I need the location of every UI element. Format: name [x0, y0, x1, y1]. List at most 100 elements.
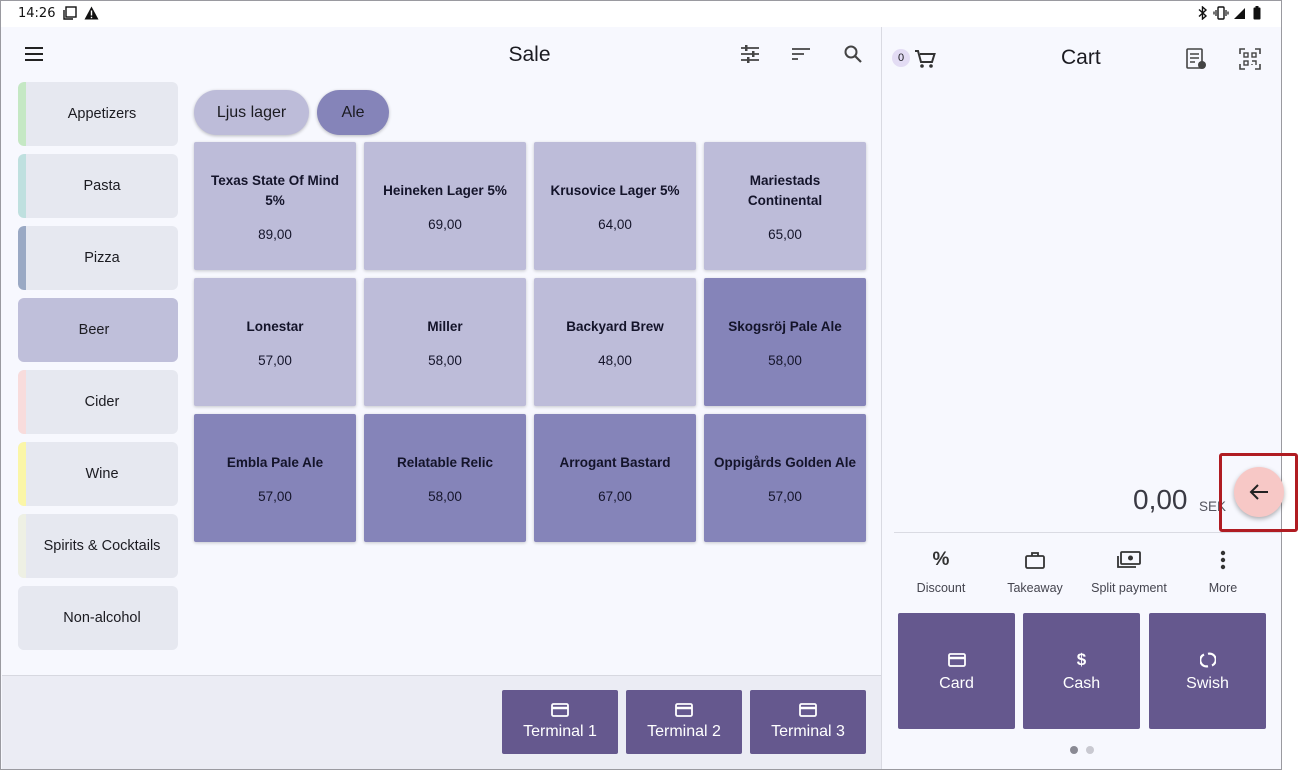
card-icon — [799, 703, 817, 717]
product-price: 58,00 — [428, 352, 462, 368]
bluetooth-icon — [1198, 6, 1208, 20]
takeaway-label: Takeaway — [1007, 581, 1063, 595]
search-icon[interactable] — [837, 38, 869, 70]
percent-icon: % — [932, 549, 950, 570]
cart-separator — [894, 532, 1281, 533]
category-color-strip — [18, 154, 26, 218]
tune-icon[interactable] — [734, 38, 766, 70]
product-tile[interactable]: Miller 58,00 — [364, 278, 526, 406]
category-color-strip — [18, 82, 26, 146]
filter-chip-ale[interactable]: Ale — [317, 90, 389, 135]
cart-icon[interactable] — [909, 43, 941, 75]
status-bar: 14:26 — [1, 1, 1281, 27]
category-cider[interactable]: Cider — [18, 370, 178, 434]
product-tile[interactable]: Heineken Lager 5% 69,00 — [364, 142, 526, 270]
product-price: 58,00 — [768, 352, 802, 368]
briefcase-icon — [1025, 547, 1045, 573]
category-color-strip — [18, 442, 26, 506]
category-label: Non-alcohol — [63, 610, 141, 626]
product-tile[interactable]: Relatable Relic 58,00 — [364, 414, 526, 542]
battery-icon — [1253, 6, 1261, 20]
category-pasta[interactable]: Pasta — [18, 154, 178, 218]
discount-button[interactable]: % Discount — [896, 547, 986, 603]
product-name: Lonestar — [246, 318, 304, 334]
more-vert-icon — [1220, 547, 1226, 573]
dollar-icon: $ — [1076, 650, 1087, 669]
product-tile[interactable]: Mariestads Continental 65,00 — [704, 142, 866, 270]
category-label: Beer — [78, 322, 110, 338]
product-tile[interactable]: Texas State Of Mind 5% 89,00 — [194, 142, 356, 270]
cart-title: Cart — [1061, 46, 1101, 69]
sort-icon[interactable] — [785, 38, 817, 70]
product-name: Arrogant Bastard — [559, 454, 671, 470]
product-name: Miller — [427, 318, 463, 334]
product-tile[interactable]: Krusovice Lager 5% 64,00 — [534, 142, 696, 270]
collapse-cart-button[interactable] — [1234, 467, 1284, 517]
status-time: 14:26 — [18, 6, 56, 21]
category-non-alcohol[interactable]: Non-alcohol — [18, 586, 178, 650]
product-name: Skogsröj Pale Ale — [728, 318, 842, 334]
product-price: 64,00 — [598, 216, 632, 232]
card-payment-button[interactable]: Card — [898, 613, 1015, 729]
product-price: 48,00 — [598, 352, 632, 368]
qr-code-icon[interactable] — [1234, 43, 1266, 75]
split-payment-button[interactable]: Split payment — [1084, 547, 1174, 603]
product-tile[interactable]: Skogsröj Pale Ale 58,00 — [704, 278, 866, 406]
vibrate-icon — [1213, 6, 1229, 20]
category-pizza[interactable]: Pizza — [18, 226, 178, 290]
split-payment-icon — [1117, 547, 1141, 573]
product-name: Backyard Brew — [566, 318, 664, 334]
cash-payment-button[interactable]: $ Cash — [1023, 613, 1140, 729]
category-label: Spirits & Cocktails — [43, 538, 161, 554]
page-dot[interactable] — [1086, 746, 1094, 754]
category-color-strip — [18, 514, 26, 578]
app-window: 14:26 Sale Appetizers Pasta Pizza Beer C… — [0, 0, 1282, 770]
page-dot-active[interactable] — [1070, 746, 1078, 754]
product-tile[interactable]: Backyard Brew 48,00 — [534, 278, 696, 406]
category-label: Pizza — [84, 250, 120, 266]
product-price: 57,00 — [258, 488, 292, 504]
product-price: 57,00 — [768, 488, 802, 504]
product-name: Heineken Lager 5% — [383, 182, 507, 198]
card-icon — [675, 703, 693, 717]
terminal-label: Terminal 3 — [771, 723, 845, 740]
product-tile[interactable]: Arrogant Bastard 67,00 — [534, 414, 696, 542]
category-label: Cider — [84, 394, 120, 410]
swish-label: Swish — [1186, 675, 1229, 692]
screenshot-icon — [63, 6, 77, 20]
product-tile[interactable]: Lonestar 57,00 — [194, 278, 356, 406]
category-spirits-cocktails[interactable]: Spirits & Cocktails — [18, 514, 178, 578]
discount-label: Discount — [916, 581, 966, 595]
terminal-button-2[interactable]: Terminal 2 — [626, 690, 742, 754]
signal-icon — [1233, 6, 1246, 20]
product-price: 69,00 — [428, 216, 462, 232]
split-payment-label: Split payment — [1091, 581, 1167, 595]
product-name: Oppigårds Golden Ale — [714, 454, 857, 470]
more-button[interactable]: More — [1178, 547, 1268, 603]
category-beer[interactable]: Beer — [18, 298, 178, 362]
product-tile[interactable]: Embla Pale Ale 57,00 — [194, 414, 356, 542]
cart-total: 0,00 — [1133, 484, 1188, 515]
product-name: Mariestads Continental — [747, 172, 823, 208]
product-price: 67,00 — [598, 488, 632, 504]
category-appetizers[interactable]: Appetizers — [18, 82, 178, 146]
terminal-label: Terminal 2 — [647, 723, 721, 740]
product-price: 57,00 — [258, 352, 292, 368]
product-price: 89,00 — [258, 226, 292, 242]
product-name: Krusovice Lager 5% — [550, 182, 680, 198]
category-label: Appetizers — [67, 106, 137, 122]
product-name: Texas State Of Mind 5% — [210, 172, 340, 208]
category-color-strip — [18, 370, 26, 434]
category-label: Pasta — [83, 178, 121, 194]
terminal-button-3[interactable]: Terminal 3 — [750, 690, 866, 754]
category-wine[interactable]: Wine — [18, 442, 178, 506]
card-icon — [551, 703, 569, 717]
product-tile[interactable]: Oppigårds Golden Ale 57,00 — [704, 414, 866, 542]
takeaway-button[interactable]: Takeaway — [990, 547, 1080, 603]
filter-chip-ljus-lager[interactable]: Ljus lager — [194, 90, 309, 135]
receipt-icon[interactable] — [1180, 43, 1212, 75]
cart-currency: SEK — [1199, 499, 1227, 514]
swish-payment-button[interactable]: Swish — [1149, 613, 1266, 729]
terminal-button-1[interactable]: Terminal 1 — [502, 690, 618, 754]
product-name: Relatable Relic — [396, 454, 494, 470]
